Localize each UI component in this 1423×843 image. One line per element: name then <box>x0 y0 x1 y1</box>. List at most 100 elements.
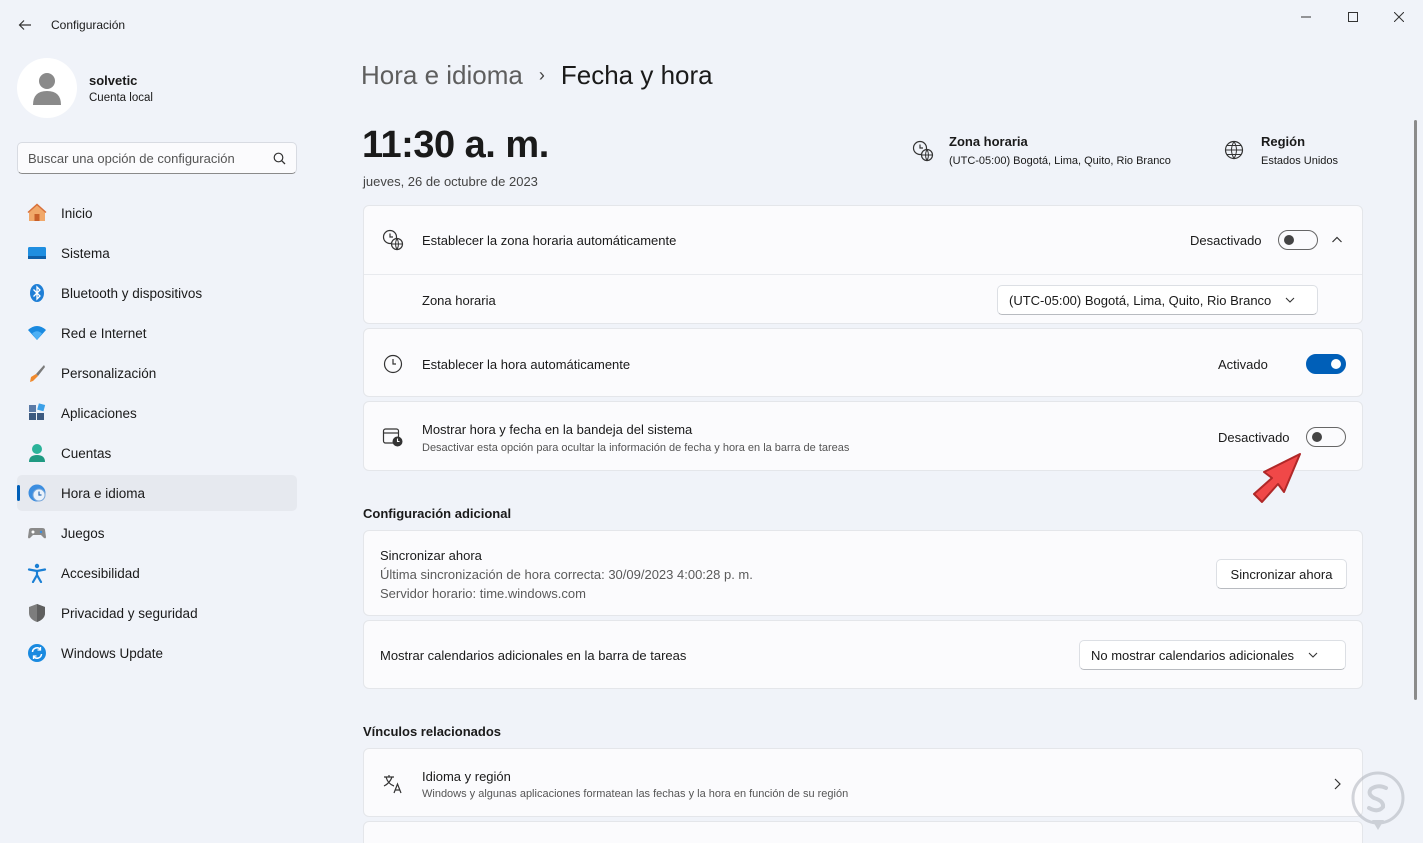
language-region-title: Idioma y región <box>422 769 511 784</box>
chevron-down-icon <box>1308 652 1318 658</box>
timezone-row: Zona horaria (UTC-05:00) Bogotá, Lima, Q… <box>364 275 1362 325</box>
avatar <box>17 58 77 118</box>
title-bar: Configuración <box>0 0 1423 50</box>
auto-timezone-state: Desactivado <box>1190 233 1262 248</box>
user-avatar-icon <box>33 73 61 105</box>
sidebar-item-red[interactable]: Red e Internet <box>17 315 297 351</box>
chevron-up-icon[interactable] <box>1331 233 1343 251</box>
calendars-card: Mostrar calendarios adicionales en la ba… <box>363 620 1363 689</box>
sidebar-item-sistema[interactable]: Sistema <box>17 235 297 271</box>
tray-toggle[interactable] <box>1306 427 1346 447</box>
tray-row[interactable]: Mostrar hora y fecha en la bandeja del s… <box>364 402 1362 472</box>
sync-card: Sincronizar ahora Última sincronización … <box>363 530 1363 616</box>
user-profile[interactable]: solvetic Cuenta local <box>17 58 153 118</box>
time-globe-icon <box>912 140 936 167</box>
tray-title: Mostrar hora y fecha en la bandeja del s… <box>422 422 693 437</box>
annotation-arrow-icon <box>1253 453 1301 503</box>
apps-icon <box>27 403 47 423</box>
breadcrumb-parent[interactable]: Hora e idioma <box>361 60 523 91</box>
region-info: Región Estados Unidos <box>1224 134 1338 167</box>
sync-now-button[interactable]: Sincronizar ahora <box>1216 559 1347 589</box>
calendars-title: Mostrar calendarios adicionales en la ba… <box>380 648 687 663</box>
profile-name: solvetic <box>89 72 138 88</box>
minimize-button[interactable] <box>1283 4 1329 30</box>
calendars-dropdown[interactable]: No mostrar calendarios adicionales <box>1079 640 1346 670</box>
timezone-value: (UTC-05:00) Bogotá, Lima, Quito, Rio Bra… <box>949 155 1171 167</box>
tray-subtitle: Desactivar esta opción para ocultar la i… <box>422 442 850 454</box>
auto-time-toggle[interactable] <box>1306 354 1346 374</box>
timezone-dropdown[interactable]: (UTC-05:00) Bogotá, Lima, Quito, Rio Bra… <box>997 285 1318 315</box>
gamepad-icon <box>27 523 47 543</box>
sidebar-item-personalizacion[interactable]: Personalización <box>17 355 297 391</box>
tray-state: Desactivado <box>1218 430 1290 445</box>
time-globe-icon <box>382 229 404 251</box>
maximize-button[interactable] <box>1330 4 1376 30</box>
sidebar-item-inicio[interactable]: Inicio <box>17 195 297 231</box>
time-language-icon <box>27 483 47 503</box>
update-icon <box>27 643 47 663</box>
chevron-right-icon <box>1332 777 1342 795</box>
auto-timezone-row[interactable]: Establecer la zona horaria automáticamen… <box>364 206 1362 274</box>
sidebar-item-label: Hora e idioma <box>61 485 146 501</box>
time-server-text: Servidor horario: time.windows.com <box>380 586 586 601</box>
search-input[interactable]: Buscar una opción de configuración <box>17 142 297 174</box>
sync-title: Sincronizar ahora <box>380 548 482 563</box>
scrollbar[interactable] <box>1414 120 1417 700</box>
language-region-subtitle: Windows y algunas aplicaciones formatean… <box>422 788 849 800</box>
close-icon <box>1394 12 1404 22</box>
sidebar-item-accesibilidad[interactable]: Accesibilidad <box>17 555 297 591</box>
timezone-info: Zona horaria (UTC-05:00) Bogotá, Lima, Q… <box>912 134 1171 167</box>
arrow-left-icon <box>18 20 31 30</box>
maximize-icon <box>1348 12 1358 22</box>
related-links-heading: Vínculos relacionados <box>363 724 501 739</box>
sidebar-item-label: Red e Internet <box>61 325 147 341</box>
app-title: Configuración <box>51 18 126 32</box>
sidebar-item-label: Inicio <box>61 205 93 221</box>
auto-timezone-toggle[interactable] <box>1278 230 1318 250</box>
clock-icon <box>382 353 404 375</box>
calendar-clock-icon <box>382 426 404 448</box>
bluetooth-icon <box>27 283 47 303</box>
timezone-label: Zona horaria <box>949 134 1028 149</box>
page-title: Fecha y hora <box>560 60 713 90</box>
breadcrumb-separator: › <box>538 65 545 85</box>
back-button[interactable] <box>12 12 38 38</box>
globe-icon <box>1224 140 1248 165</box>
sidebar-item-hora-idioma[interactable]: Hora e idioma <box>17 475 297 511</box>
tray-card: Mostrar hora y fecha en la bandeja del s… <box>363 401 1363 471</box>
current-time: 11:30 a. m. <box>362 124 549 166</box>
minimize-icon <box>1301 16 1311 18</box>
accounts-icon <box>27 443 47 463</box>
language-region-link[interactable]: Idioma y región Windows y algunas aplica… <box>363 748 1363 817</box>
shield-icon <box>27 603 47 623</box>
sidebar-item-cuentas[interactable]: Cuentas <box>17 435 297 471</box>
timezone-title: Zona horaria <box>422 293 496 308</box>
search-icon <box>273 152 286 164</box>
sidebar-nav: Inicio Sistema Bluetooth y dispositivos … <box>17 195 297 675</box>
auto-time-row[interactable]: Establecer la hora automáticamente Activ… <box>364 329 1362 398</box>
auto-time-title: Establecer la hora automáticamente <box>422 357 631 372</box>
sidebar-item-label: Cuentas <box>61 445 112 461</box>
timezone-dropdown-value: (UTC-05:00) Bogotá, Lima, Quito, Rio Bra… <box>1009 292 1272 308</box>
home-icon <box>27 203 47 223</box>
last-sync-text: Última sincronización de hora correcta: … <box>380 567 753 582</box>
language-icon <box>382 773 404 800</box>
region-label: Región <box>1261 134 1306 149</box>
sidebar-item-juegos[interactable]: Juegos <box>17 515 297 551</box>
sidebar-item-label: Personalización <box>61 365 157 381</box>
sidebar-item-label: Aplicaciones <box>61 405 137 421</box>
region-value: Estados Unidos <box>1261 155 1339 167</box>
sidebar-item-aplicaciones[interactable]: Aplicaciones <box>17 395 297 431</box>
close-button[interactable] <box>1376 4 1422 30</box>
sidebar-item-label: Windows Update <box>61 645 164 661</box>
auto-timezone-title: Establecer la zona horaria automáticamen… <box>422 233 677 248</box>
sidebar-item-privacidad[interactable]: Privacidad y seguridad <box>17 595 297 631</box>
system-icon <box>27 243 47 263</box>
wifi-icon <box>27 323 47 343</box>
watermark-logo-icon <box>1351 771 1405 830</box>
current-date: jueves, 26 de octubre de 2023 <box>363 174 538 189</box>
next-related-link[interactable] <box>363 821 1363 843</box>
sidebar-item-bluetooth[interactable]: Bluetooth y dispositivos <box>17 275 297 311</box>
sidebar-item-windows-update[interactable]: Windows Update <box>17 635 297 671</box>
auto-time-state: Activado <box>1218 357 1268 372</box>
